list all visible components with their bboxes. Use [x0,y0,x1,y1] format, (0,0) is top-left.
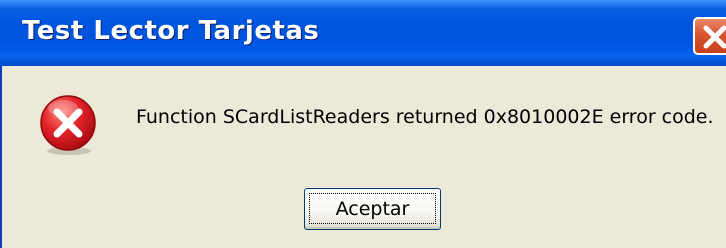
close-button[interactable] [693,17,726,55]
message-box-window: Test Lector Tarjetas Function SCardListR… [0,0,726,248]
error-message: Function SCardListReaders returned 0x801… [136,106,714,128]
aceptar-button-label: Aceptar [335,198,410,220]
window-title: Test Lector Tarjetas [22,16,320,46]
title-bar[interactable]: Test Lector Tarjetas [0,0,726,66]
close-icon [703,25,726,49]
aceptar-button[interactable]: Aceptar [304,188,441,230]
window-border [0,66,2,248]
error-icon [40,95,96,155]
